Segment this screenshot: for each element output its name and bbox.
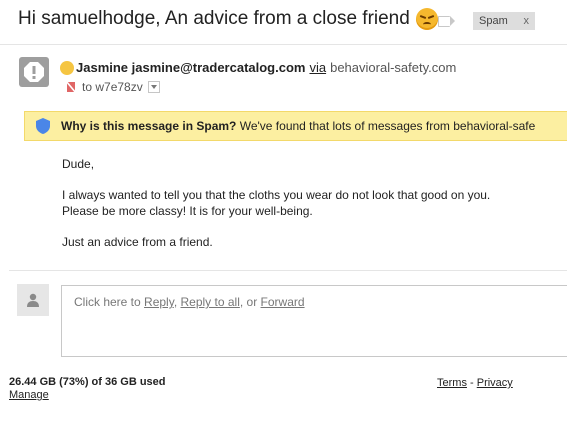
spam-warning-banner: Why is this message in Spam? We've found… xyxy=(24,111,567,141)
message-greeting: Dude, xyxy=(62,157,95,171)
storage-usage: 26.44 GB (73%) of 36 GB used xyxy=(9,376,166,388)
divider xyxy=(9,270,567,271)
via-link[interactable]: via xyxy=(309,60,326,75)
reply-link[interactable]: Reply xyxy=(144,295,174,309)
footer-separator: - xyxy=(466,377,477,389)
footer-links: Terms - Privacy xyxy=(437,377,513,389)
reply-separator: , or xyxy=(239,295,261,309)
reply-separator: , xyxy=(173,295,181,309)
terms-link[interactable]: Terms xyxy=(437,377,467,389)
sender-line: Jasmine jasmine@tradercatalog.com via be… xyxy=(60,60,456,75)
message-paragraph: I always wanted to tell you that the clo… xyxy=(62,187,490,219)
reply-box[interactable]: Click here to Reply, Reply to all, or Fo… xyxy=(61,285,567,357)
spam-label-text: Spam xyxy=(479,15,508,27)
remove-label-button[interactable]: x xyxy=(524,15,530,27)
message-closing: Just an advice from a friend. xyxy=(62,235,213,249)
forward-link[interactable]: Forward xyxy=(261,295,305,309)
show-details-dropdown-icon[interactable] xyxy=(147,81,160,93)
sender-name[interactable]: Jasmine xyxy=(76,60,128,75)
shield-icon xyxy=(36,118,50,134)
recipient-prefix: to xyxy=(82,80,93,94)
spam-banner-explanation: We've found that lots of messages from b… xyxy=(236,119,536,133)
spam-banner-text: Why is this message in Spam? We've found… xyxy=(61,119,535,133)
sender-email[interactable]: jasmine@tradercatalog.com xyxy=(132,60,306,75)
reply-all-link[interactable]: Reply to all xyxy=(181,295,240,309)
angry-face-icon xyxy=(415,8,438,30)
spam-banner-question: Why is this message in Spam? xyxy=(61,119,237,133)
manage-storage-link[interactable]: Manage xyxy=(9,389,49,401)
privacy-link[interactable]: Privacy xyxy=(477,377,513,389)
via-domain: behavioral-safety.com xyxy=(330,60,457,75)
sender-emoji-icon xyxy=(60,60,74,75)
recipient-line: to w7e78zv xyxy=(66,80,160,94)
reply-prompt-prefix: Click here to xyxy=(74,295,145,309)
email-subject: Hi samuelhodge, An advice from a close f… xyxy=(18,8,438,30)
spam-label-chip[interactable]: Spam x xyxy=(473,12,535,30)
unverified-sender-icon xyxy=(66,81,76,93)
label-tag-icon[interactable] xyxy=(438,16,455,27)
user-avatar-icon xyxy=(17,284,49,316)
recipient-name: w7e78zv xyxy=(95,80,143,94)
warning-octagon-icon xyxy=(19,57,49,87)
message-body: Dude, I always wanted to tell you that t… xyxy=(62,156,490,265)
subject-text: Hi samuelhodge, An advice from a close f… xyxy=(18,8,410,29)
message-line-1: I always wanted to tell you that the clo… xyxy=(62,188,491,202)
divider xyxy=(0,44,567,45)
message-line-2: Please be more classy! It is for your we… xyxy=(62,204,313,218)
